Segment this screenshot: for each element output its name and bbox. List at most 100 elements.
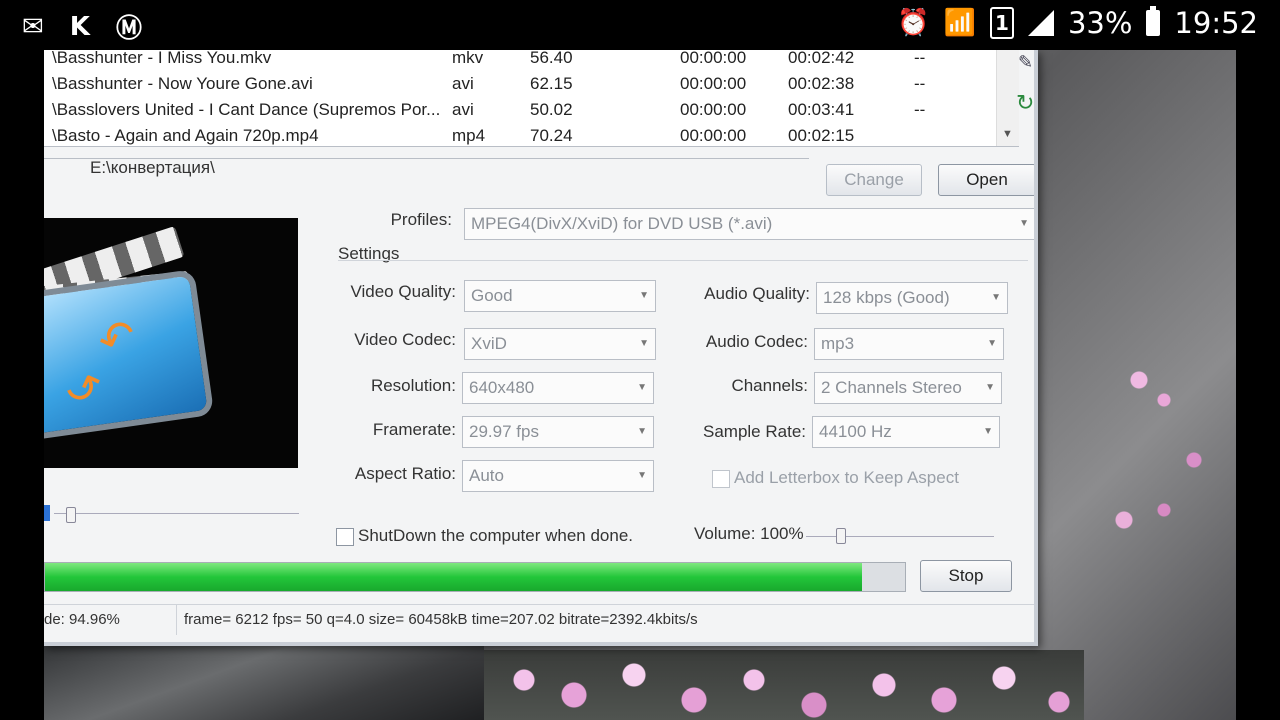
sample-rate-value: 44100 Hz [819,422,892,441]
file-ext: avi [452,74,474,93]
audio-codec-label: Audio Codec: [705,332,808,351]
android-status-bar: ✉ K Ⓜ ⏰ 📶 1 33% 19:52 [0,0,1280,50]
file-ext: avi [452,100,474,119]
volume-handle[interactable] [836,528,846,544]
file-duration: 00:02:42 [788,50,855,67]
file-size: 70.24 [530,126,573,145]
chevron-down-icon: ▼ [985,382,995,393]
file-start: 00:00:00 [680,100,747,119]
seek-handle[interactable] [66,507,76,523]
sample-rate-select[interactable]: 44100 Hz ▼ [812,416,1000,448]
audio-codec-value: mp3 [821,334,855,353]
chevron-down-icon: ▼ [983,426,993,437]
chevron-down-icon: ▼ [987,338,997,349]
file-status: -- [914,74,926,93]
alarm-icon: ⏰ [897,8,930,38]
k-app-icon: K [69,11,90,42]
seek-bar[interactable] [54,513,299,514]
letterbox-checkbox[interactable] [712,470,730,488]
signal-icon [1027,10,1054,36]
file-size: 62.15 [530,74,573,93]
screen-edge [1236,50,1280,720]
app-status-bar: de: 94.96% frame= 6212 fps= 50 q=4.0 siz… [44,604,1034,635]
mail-icon: ✉ [22,11,44,42]
settings-group-title: Settings [338,244,400,263]
chevron-down-icon: ▼ [1019,218,1029,229]
change-button[interactable]: Change [826,164,922,196]
video-preview: ↶ ↶ [44,218,298,468]
video-codec-value: XviD [471,334,507,353]
file-ext: mkv [452,50,484,67]
converter-window: \Basshunter - I Miss You.mkv mkv 56.40 0… [44,50,1038,646]
chevron-down-icon: ▼ [637,426,647,437]
scroll-down-icon[interactable]: ▼ [1002,128,1013,140]
video-codec-label: Video Codec: [354,330,456,349]
volume-slider[interactable] [806,536,994,537]
chevron-down-icon: ▼ [639,338,649,349]
video-quality-select[interactable]: Good ▼ [464,280,656,312]
metro-icon: Ⓜ [115,14,142,44]
channels-select[interactable]: 2 Channels Stereo ▼ [814,372,1002,404]
volume-label: Volume: 100% [694,524,804,543]
video-codec-select[interactable]: XviD ▼ [464,328,656,360]
profile-value: MPEG4(DivX/XviD) for DVD USB (*.avi) [471,214,773,233]
side-toolbar: ✎ ↻ [1016,50,1034,146]
shutdown-checkbox[interactable] [336,528,354,546]
framerate-label: Framerate: [372,420,456,439]
file-status: -- [914,50,926,67]
file-start: 00:00:00 [680,126,747,145]
output-path: E:\конвертация\ [90,158,215,177]
aspect-ratio-value: Auto [469,466,504,485]
table-row[interactable]: \Basto - Again and Again 720p.mp4 mp4 70… [44,124,994,146]
profile-select[interactable]: MPEG4(DivX/XviD) for DVD USB (*.avi) ▼ [464,208,1034,240]
video-quality-label: Video Quality: [350,282,456,301]
stop-button[interactable]: Stop [920,560,1012,592]
chevron-down-icon: ▼ [991,292,1001,303]
file-duration: 00:02:38 [788,74,855,93]
open-button[interactable]: Open [938,164,1034,196]
shutdown-label: ShutDown the computer when done. [358,526,634,545]
convert-arrow-icon[interactable]: ↻ [1016,90,1034,116]
video-quality-value: Good [471,286,513,305]
channels-label: Channels: [731,376,808,395]
audio-codec-select[interactable]: mp3 ▼ [814,328,1004,360]
table-row[interactable]: \Basshunter - I Miss You.mkv mkv 56.40 0… [44,50,994,72]
audio-quality-label: Audio Quality: [704,284,810,303]
sim-icon: 1 [989,7,1014,39]
progress-percent-text: de: 94.96% [44,605,177,635]
table-row[interactable]: \Basslovers United - I Cant Dance (Supre… [44,98,994,124]
flowers-decoration [484,650,1084,720]
letterbox-label: Add Letterbox to Keep Aspect [734,468,959,487]
table-row[interactable]: \Basshunter - Now Youre Gone.avi avi 62.… [44,72,994,98]
resolution-label: Resolution: [370,376,456,395]
framerate-value: 29.97 fps [469,422,539,441]
wifi-icon: 📶 [943,8,976,38]
audio-quality-select[interactable]: 128 kbps (Good) ▼ [816,282,1008,314]
battery-icon [1146,6,1161,36]
file-ext: mp4 [452,126,486,145]
progress-fill [45,563,862,591]
file-size: 50.02 [530,100,573,119]
conversion-progress-bar [44,562,906,592]
rocks-decoration [44,640,484,720]
system-icons: ⏰ 📶 1 33% 19:52 [897,6,1258,40]
aspect-ratio-label: Aspect Ratio: [354,464,456,483]
encoder-status-text: frame= 6212 fps= 50 q=4.0 size= 60458kB … [184,611,698,628]
file-size: 56.40 [530,50,573,67]
file-duration: 00:02:15 [788,126,855,145]
framerate-select[interactable]: 29.97 fps ▼ [462,416,654,448]
resolution-select[interactable]: 640x480 ▼ [462,372,654,404]
file-name: \Basto - Again and Again 720p.mp4 [52,126,319,145]
file-status: -- [914,100,926,119]
file-list[interactable]: \Basshunter - I Miss You.mkv mkv 56.40 0… [44,50,1019,147]
file-name: \Basslovers United - I Cant Dance (Supre… [52,100,441,119]
file-name: \Basshunter - Now Youre Gone.avi [52,74,313,93]
file-start: 00:00:00 [680,74,747,93]
seek-fill [44,505,50,521]
chevron-down-icon: ▼ [637,382,647,393]
chevron-down-icon: ▼ [637,470,647,481]
aspect-ratio-select[interactable]: Auto ▼ [462,460,654,492]
settings-tool-icon[interactable]: ✎ [1018,52,1033,73]
file-name: \Basshunter - I Miss You.mkv [52,50,272,67]
audio-quality-value: 128 kbps (Good) [823,288,950,307]
